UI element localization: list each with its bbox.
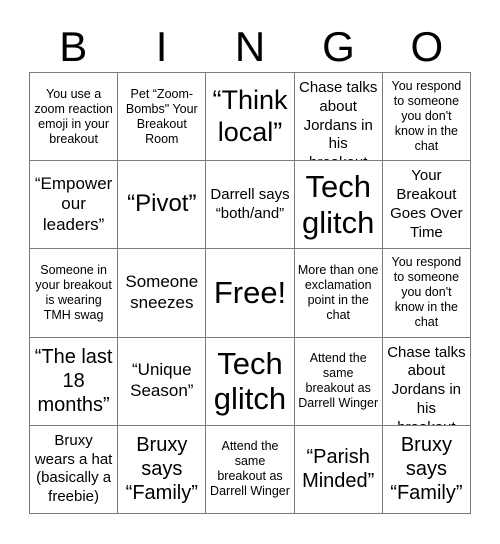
bingo-cell-r4-c2[interactable]: “Unique Season” — [118, 337, 207, 426]
bingo-cell-r5-c2[interactable]: Bruxy says “Family” — [118, 425, 207, 514]
bingo-cell-r2-c4[interactable]: Tech glitch — [294, 161, 383, 250]
header-letter-i: I — [155, 23, 168, 70]
bingo-cell-r5-c4[interactable]: “Parish Minded” — [294, 425, 383, 514]
bingo-cell-r2-c1[interactable]: “Empower our leaders” — [30, 161, 119, 250]
bingo-cell-free[interactable]: Free! — [206, 249, 295, 338]
bingo-cell-r5-c5[interactable]: Bruxy says “Family” — [382, 425, 471, 514]
bingo-cell-r1-c2[interactable]: Pet “Zoom-Bombs" Your Breakout Room — [118, 73, 207, 162]
header-letter-o: O — [410, 23, 444, 70]
bingo-cell-r1-c3[interactable]: “Think local” — [206, 73, 295, 162]
bingo-grid: You use a zoom reaction emoji in your br… — [29, 72, 471, 514]
bingo-cell-r5-c3[interactable]: Attend the same breakout as Darrell Wing… — [206, 425, 295, 514]
bingo-cell-r1-c1[interactable]: You use a zoom reaction emoji in your br… — [30, 73, 119, 162]
bingo-cell-r4-c3[interactable]: Tech glitch — [206, 337, 295, 426]
header-letter-g: G — [322, 23, 355, 70]
bingo-cell-r4-c1[interactable]: “The last 18 months” — [30, 337, 119, 426]
bingo-cell-r2-c3[interactable]: Darrell says “both/and” — [206, 161, 295, 250]
bingo-cell-r1-c5[interactable]: You respond to someone you don't know in… — [382, 73, 471, 162]
bingo-cell-r1-c4[interactable]: Chris Chase talks about Jordans in his b… — [294, 73, 383, 162]
header-letter-n: N — [234, 23, 266, 70]
bingo-cell-r4-c5[interactable]: Chris Chase talks about Jordans in his b… — [382, 337, 471, 426]
bingo-cell-r4-c4[interactable]: Attend the same breakout as Darrell Wing… — [294, 337, 383, 426]
bingo-cell-r2-c5[interactable]: Your Breakout Goes Over Time — [382, 161, 471, 250]
bingo-cell-r2-c2[interactable]: “Pivot” — [118, 161, 207, 250]
bingo-cell-r3-c2[interactable]: Someone sneezes — [118, 249, 207, 338]
bingo-cell-r5-c1[interactable]: Bruxy wears a hat (basically a freebie) — [30, 425, 119, 514]
bingo-cell-r3-c1[interactable]: Someone in your breakout is wearing TMH … — [30, 249, 119, 338]
bingo-cell-r3-c5[interactable]: You respond to someone you don't know in… — [382, 249, 471, 338]
bingo-cell-r3-c4[interactable]: More than one exclamation point in the c… — [294, 249, 383, 338]
header-letter-b: B — [59, 23, 88, 70]
bingo-header: B I N G O — [29, 22, 471, 72]
